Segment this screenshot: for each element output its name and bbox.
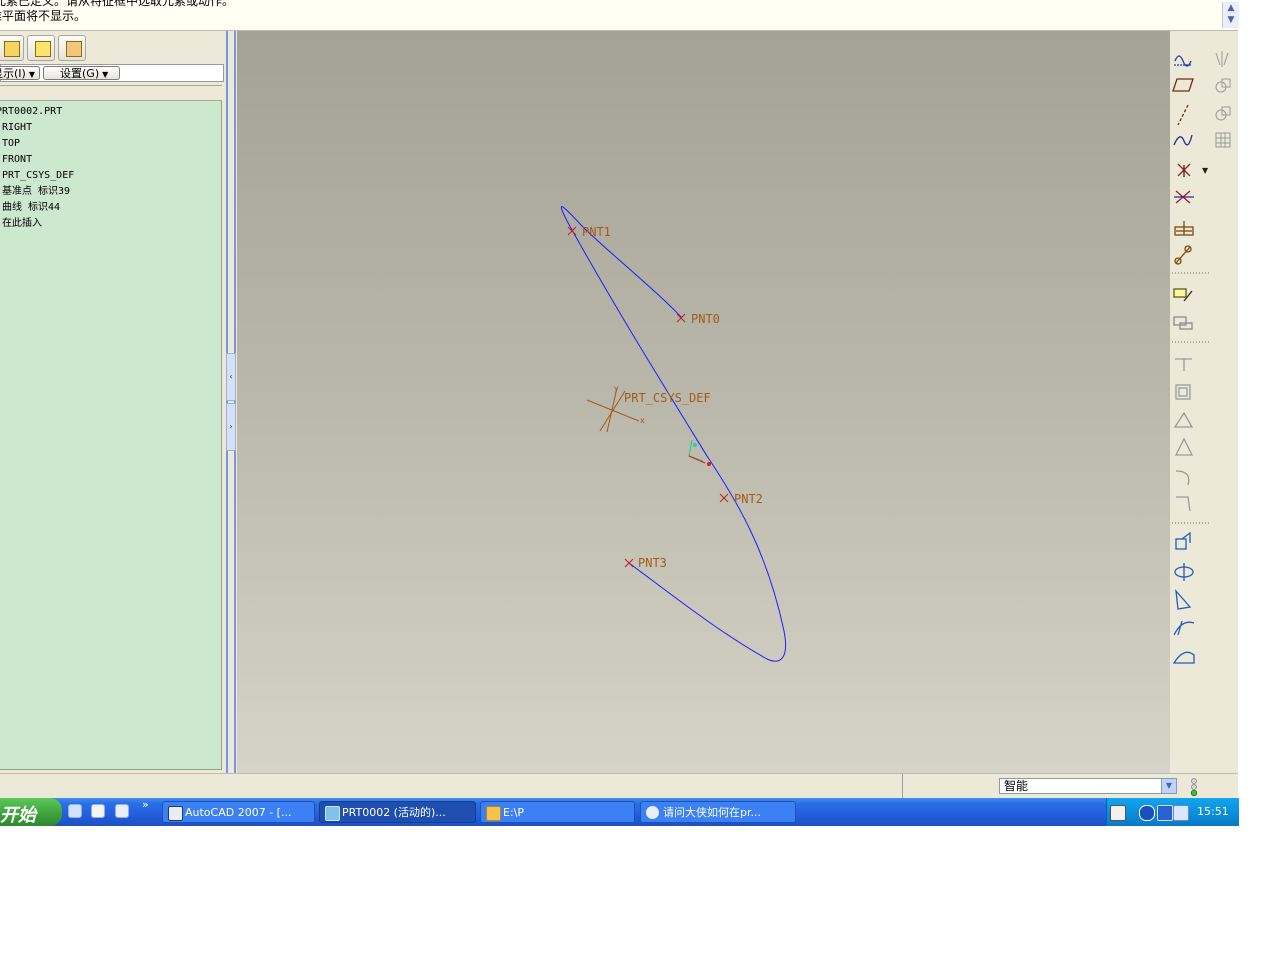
- tray-expand-icon[interactable]: [1139, 805, 1155, 821]
- quicklaunch-more-icon[interactable]: »: [142, 798, 149, 811]
- task-label: 请问大侠如何在pr...: [663, 806, 761, 819]
- spline-curve[interactable]: [560, 206, 787, 662]
- favorites-tab-icon[interactable]: [58, 35, 86, 61]
- tree-column-header: [0, 85, 222, 101]
- pnt2-label: PNT2: [734, 492, 763, 506]
- csys-x-label: x: [640, 416, 645, 425]
- tree-item-front[interactable]: FRONT: [2, 153, 32, 167]
- mirror-tool-icon[interactable]: [1215, 51, 1229, 67]
- message-area: 元素已定义。请从特征框中选取元素或动作。 准平面将不显示。 ▲ ▼: [0, 0, 1239, 31]
- sweep-tool-icon[interactable]: [1175, 470, 1190, 486]
- record-icon[interactable]: [1110, 805, 1126, 821]
- chevron-down-icon[interactable]: ▼: [1202, 166, 1209, 175]
- proe-icon: [325, 806, 340, 821]
- datum-csys-icon[interactable]: [1174, 221, 1194, 236]
- task-autocad[interactable]: AutoCAD 2007 - [...: [162, 801, 315, 823]
- tree-item-curve[interactable]: 曲线 标识44: [2, 201, 60, 215]
- tree-item-top[interactable]: TOP: [2, 137, 20, 151]
- blend-tool-icon[interactable]: [1176, 496, 1191, 512]
- pnt1-label: PNT1: [582, 225, 611, 239]
- collapse-left-icon[interactable]: ‹: [226, 353, 236, 401]
- message-scrollbar[interactable]: ▲ ▼: [1222, 2, 1239, 28]
- show-dropdown[interactable]: 显示(I)▼: [0, 66, 40, 80]
- autocad-icon: [168, 806, 183, 821]
- status-divider: [902, 774, 903, 798]
- ie-quicklaunch-icon[interactable]: [91, 804, 105, 818]
- show-dropdown-label: 显示(I): [0, 67, 26, 80]
- settings-dropdown[interactable]: 设置(G) ▼: [43, 66, 120, 80]
- splitter-line: [234, 31, 236, 773]
- task-label: PRT0002 (活动的)...: [342, 806, 446, 819]
- selection-filter-value: 智能: [1004, 779, 1029, 793]
- datum-plane-icon[interactable]: [1172, 78, 1194, 92]
- variable-sweep-icon[interactable]: [1175, 589, 1192, 610]
- input-method-icon[interactable]: [1157, 805, 1173, 821]
- boundary-blend-icon[interactable]: [1172, 651, 1195, 664]
- show-desktop-icon[interactable]: [68, 804, 82, 818]
- datum-toolbar: ▼: [1170, 31, 1238, 773]
- start-label: 开始: [0, 805, 36, 826]
- copy-tool-icon[interactable]: [1215, 78, 1231, 93]
- chevron-down-icon: ▼: [102, 70, 109, 79]
- rib-tool-icon[interactable]: [1174, 437, 1194, 456]
- revolve-tool-icon[interactable]: [1174, 563, 1194, 581]
- chevron-down-icon[interactable]: ▼: [1161, 779, 1176, 793]
- clock[interactable]: 15:51: [1197, 798, 1229, 826]
- taskbar: 开始 » AutoCAD 2007 - [... PRT0002 (活动的)..…: [0, 798, 1239, 826]
- start-button[interactable]: 开始: [0, 798, 62, 826]
- selection-filter-select[interactable]: 智能 ▼: [999, 778, 1177, 794]
- datum-curve-icon[interactable]: [1173, 134, 1193, 146]
- folder-browser-tab-icon[interactable]: [27, 35, 55, 61]
- status-bar: 智能 ▼: [0, 773, 1238, 799]
- pnt0-label: PNT0: [691, 312, 720, 326]
- datum-analysis-icon[interactable]: [1174, 245, 1192, 265]
- tree-controls: 显示(I)▼ 设置(G)▼: [0, 64, 224, 82]
- regen-status-icon[interactable]: [1189, 777, 1199, 797]
- settings-dropdown-label: 设置(G): [60, 67, 100, 80]
- task-label: E:\P: [503, 806, 524, 819]
- messenger-quicklaunch-icon[interactable]: [115, 804, 129, 818]
- folder-icon: [486, 806, 501, 821]
- network-icon[interactable]: [1173, 805, 1189, 821]
- datum-point-icon[interactable]: [1177, 163, 1191, 177]
- scroll-up-icon[interactable]: ▲: [1223, 2, 1239, 14]
- csys-label: PRT_CSYS_DEF: [624, 391, 711, 405]
- tree-item-right[interactable]: RIGHT: [2, 121, 32, 135]
- sketch-tool-icon[interactable]: [1173, 288, 1193, 302]
- task-proe[interactable]: PRT0002 (活动的)...: [319, 801, 476, 823]
- panel-splitter[interactable]: ‹ ›: [226, 31, 237, 773]
- chevron-down-icon: ▼: [28, 70, 35, 79]
- pattern-tool-icon[interactable]: [1215, 132, 1231, 148]
- tree-item-datum-point[interactable]: 基准点 标识39: [2, 185, 70, 199]
- paste-tool-icon[interactable]: [1215, 106, 1231, 121]
- system-tray: 15:51: [1106, 798, 1239, 826]
- round-tool-icon[interactable]: [1175, 358, 1192, 371]
- tree-item-part[interactable]: PRT0002.PRT: [0, 105, 62, 119]
- expand-right-icon[interactable]: ›: [226, 403, 236, 451]
- tree-item-insert-here[interactable]: 在此插入: [2, 217, 42, 231]
- model-canvas[interactable]: y x PNT1 PNT0 PRT_CSYS_DEF PNT2 PNT3: [237, 31, 1170, 773]
- csys-y-label: y: [614, 384, 619, 393]
- sketch-tool-2-icon[interactable]: [1173, 316, 1193, 330]
- model-tree: PRT0002.PRT RIGHT TOP FRONT PRT_CSYS_DEF…: [0, 101, 222, 770]
- graphics-window[interactable]: y x PNT1 PNT0 PRT_CSYS_DEF PNT2 PNT3: [237, 31, 1170, 773]
- ie-icon: [646, 806, 659, 819]
- pnt3-label: PNT3: [638, 556, 667, 570]
- datum-axis-icon[interactable]: [1177, 104, 1189, 126]
- task-browser[interactable]: 请问大侠如何在pr...: [640, 801, 796, 823]
- scroll-down-icon[interactable]: ▼: [1223, 14, 1239, 26]
- datum-display-icon[interactable]: [1174, 55, 1192, 67]
- task-label: AutoCAD 2007 - [...: [185, 806, 292, 819]
- draft-tool-icon[interactable]: [1173, 411, 1194, 428]
- task-explorer[interactable]: E:\P: [480, 801, 635, 823]
- shell-tool-icon[interactable]: [1175, 384, 1191, 400]
- message-line-2: 准平面将不显示。: [0, 9, 87, 23]
- datum-point-tool-icon[interactable]: [1174, 190, 1194, 204]
- swept-blend-icon[interactable]: [1173, 620, 1195, 636]
- splitter-line: [226, 31, 228, 773]
- model-tree-panel: 显示(I)▼ 设置(G)▼ PRT0002.PRT RIGHT TOP FRON…: [0, 31, 226, 773]
- model-tree-tab-icon[interactable]: [0, 35, 24, 61]
- tree-item-csys[interactable]: PRT_CSYS_DEF: [2, 169, 74, 183]
- extrude-tool-icon[interactable]: [1175, 531, 1191, 550]
